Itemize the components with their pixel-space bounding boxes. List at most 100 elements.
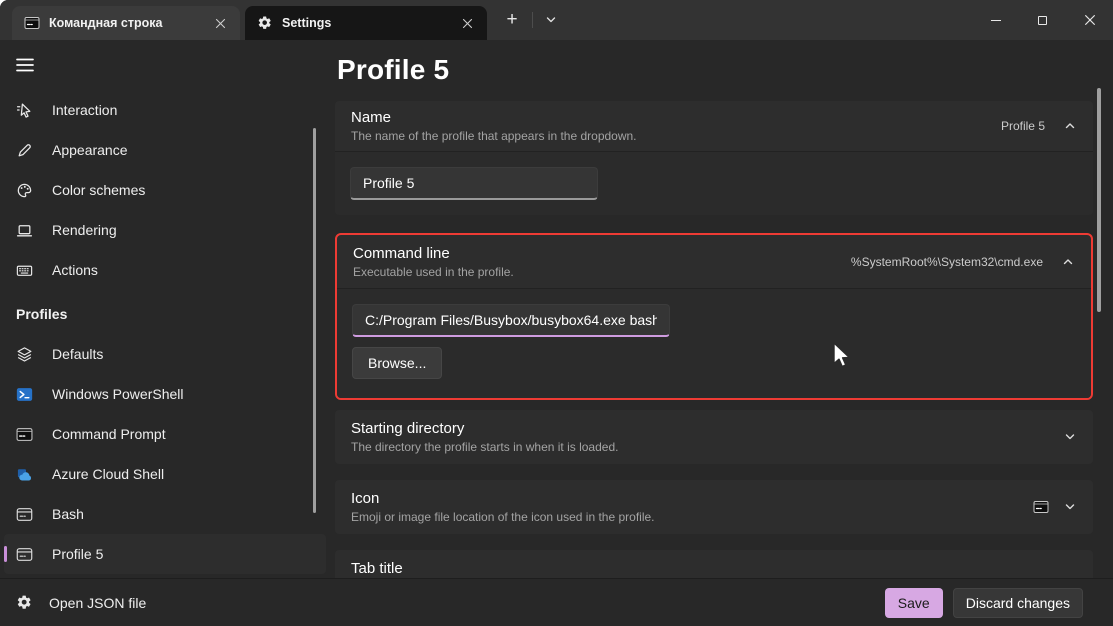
sidebar-item-color-schemes[interactable]: Color schemes <box>4 170 326 210</box>
sidebar-item-label: Bash <box>52 506 84 522</box>
terminal-settings-window: Командная строка Settings + Interaction <box>0 0 1113 626</box>
setting-card-text: Tab title <box>351 560 403 577</box>
rendering-icon <box>14 220 34 240</box>
terminal-window-icon <box>14 544 34 564</box>
mouse-cursor <box>833 342 851 368</box>
settings-sidebar: Interaction Appearance Color schemes Ren… <box>0 40 330 578</box>
close-tab-icon[interactable] <box>456 12 478 34</box>
setting-title: Starting directory <box>351 420 618 437</box>
chevron-up-icon[interactable] <box>1061 255 1075 269</box>
cmd-icon <box>24 15 40 31</box>
sidebar-item-windows-powershell[interactable]: Windows PowerShell <box>4 374 326 414</box>
setting-title: Command line <box>353 245 514 262</box>
sidebar-item-label: Command Prompt <box>52 426 166 442</box>
setting-card-icon: Icon Emoji or image file location of the… <box>335 480 1093 534</box>
maximize-button[interactable] <box>1019 0 1066 40</box>
setting-card-text: Command line Executable used in the prof… <box>353 245 514 279</box>
setting-card-right: Profile 5 <box>1001 119 1077 133</box>
sidebar-item-defaults[interactable]: Defaults <box>4 334 326 374</box>
profile-name-input[interactable] <box>350 167 598 200</box>
setting-card-starting-directory-header[interactable]: Starting directory The directory the pro… <box>335 410 1093 464</box>
setting-card-name: Name The name of the profile that appear… <box>335 101 1093 215</box>
sidebar-item-label: Interaction <box>52 102 117 118</box>
tab-bar: Командная строка Settings + <box>0 0 1113 40</box>
sidebar-item-label: Rendering <box>52 222 117 238</box>
setting-description: The directory the profile starts in when… <box>351 440 618 454</box>
sidebar-item-profile-5[interactable]: Profile 5 <box>4 534 326 574</box>
minimize-button[interactable] <box>972 0 1019 40</box>
chevron-down-icon <box>545 14 557 26</box>
close-tab-icon[interactable] <box>209 12 231 34</box>
sidebar-nav-list: Interaction Appearance Color schemes Ren… <box>0 90 330 290</box>
setting-card-starting-directory: Starting directory The directory the pro… <box>335 410 1093 464</box>
sidebar-item-command-prompt[interactable]: Command Prompt <box>4 414 326 454</box>
setting-card-right <box>1063 430 1077 444</box>
setting-card-tab-title: Tab title <box>335 550 1093 578</box>
sidebar-item-rendering[interactable]: Rendering <box>4 210 326 250</box>
interaction-icon <box>14 100 34 120</box>
footer-actions: Save Discard changes <box>885 588 1083 618</box>
tab-label: Settings <box>282 16 447 30</box>
layers-icon <box>14 344 34 364</box>
tab-dropdown-button[interactable] <box>538 5 564 35</box>
setting-card-tab-title-header[interactable]: Tab title <box>335 550 1093 578</box>
setting-description: The name of the profile that appears in … <box>351 129 637 143</box>
minimize-icon <box>991 20 1001 21</box>
profile-icon-preview <box>1033 499 1049 515</box>
chevron-down-icon[interactable] <box>1063 500 1077 514</box>
command-line-input[interactable] <box>352 304 670 337</box>
palette-icon <box>14 180 34 200</box>
profiles-section-header: Profiles <box>0 294 330 334</box>
sidebar-item-label: Azure Cloud Shell <box>52 466 164 482</box>
actions-icon <box>14 260 34 280</box>
chevron-down-icon[interactable] <box>1063 430 1077 444</box>
setting-current-value: %SystemRoot%\System32\cmd.exe <box>851 255 1043 269</box>
setting-title: Tab title <box>351 560 403 577</box>
tab-label: Командная строка <box>49 16 200 30</box>
setting-card-command-line: Command line Executable used in the prof… <box>335 233 1093 400</box>
page-title: Profile 5 <box>337 54 1113 86</box>
new-tab-button[interactable]: + <box>497 5 527 35</box>
tab-settings[interactable]: Settings <box>245 6 487 40</box>
open-json-file-button[interactable]: Open JSON file <box>16 594 146 611</box>
gear-icon <box>257 15 273 31</box>
setting-card-command-line-header[interactable]: Command line Executable used in the prof… <box>337 235 1091 288</box>
selection-indicator <box>4 546 7 562</box>
setting-description: Emoji or image file location of the icon… <box>351 510 655 524</box>
sidebar-item-label: Defaults <box>52 346 103 362</box>
tab-command-prompt[interactable]: Командная строка <box>12 6 240 40</box>
sidebar-item-interaction[interactable]: Interaction <box>4 90 326 130</box>
gear-icon <box>16 594 33 611</box>
setting-card-right <box>1033 499 1077 515</box>
open-json-file-label: Open JSON file <box>49 595 146 611</box>
save-button[interactable]: Save <box>885 588 943 618</box>
setting-card-text: Icon Emoji or image file location of the… <box>351 490 655 524</box>
hamburger-icon <box>15 55 35 75</box>
close-window-button[interactable] <box>1066 0 1113 40</box>
setting-card-icon-header[interactable]: Icon Emoji or image file location of the… <box>335 480 1093 534</box>
terminal-window-icon <box>14 504 34 524</box>
appearance-icon <box>14 140 34 160</box>
setting-card-name-header[interactable]: Name The name of the profile that appear… <box>335 101 1093 151</box>
setting-card-command-line-body: Browse... <box>337 288 1091 398</box>
sidebar-item-label: Color schemes <box>52 182 145 198</box>
nav-menu-button[interactable] <box>8 52 42 78</box>
discard-changes-button[interactable]: Discard changes <box>953 588 1083 618</box>
footer-bar: Open JSON file Save Discard changes <box>0 578 1113 626</box>
sidebar-item-label: Windows PowerShell <box>52 386 184 402</box>
sidebar-item-label: Profile 5 <box>52 546 103 562</box>
sidebar-item-azure-cloud-shell[interactable]: Azure Cloud Shell <box>4 454 326 494</box>
maximize-icon <box>1038 16 1047 25</box>
setting-title: Icon <box>351 490 655 507</box>
setting-card-text: Name The name of the profile that appear… <box>351 109 637 143</box>
chevron-up-icon[interactable] <box>1063 119 1077 133</box>
sidebar-item-bash[interactable]: Bash <box>4 494 326 534</box>
main-scrollbar[interactable] <box>1097 88 1101 312</box>
browse-button[interactable]: Browse... <box>352 347 442 379</box>
setting-card-right: %SystemRoot%\System32\cmd.exe <box>851 255 1075 269</box>
window-controls <box>972 0 1113 40</box>
sidebar-scrollbar[interactable] <box>313 128 316 513</box>
sidebar-item-actions[interactable]: Actions <box>4 250 326 290</box>
setting-title: Name <box>351 109 637 126</box>
sidebar-item-appearance[interactable]: Appearance <box>4 130 326 170</box>
